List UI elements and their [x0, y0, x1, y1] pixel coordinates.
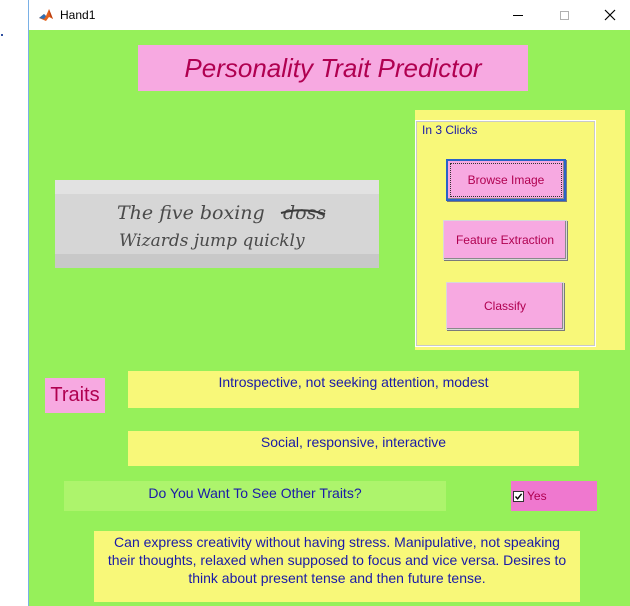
yes-checkbox-control[interactable]: Yes [511, 481, 597, 511]
trait-1-text: Introspective, not seeking attention, mo… [128, 371, 579, 408]
browse-image-button[interactable]: Browse Image [446, 159, 566, 201]
classify-label: Classify [483, 299, 526, 313]
browse-image-label: Browse Image [467, 173, 545, 187]
background-window-edge [0, 0, 28, 606]
matlab-icon [38, 7, 54, 23]
trait-2-text: Social, responsive, interactive [128, 431, 579, 466]
close-button[interactable] [587, 0, 630, 30]
maximize-button[interactable] [541, 0, 587, 30]
handwriting-sample: The five boxing doss Wizards jump quickl… [55, 180, 379, 268]
screen: Hand1 Personality Trait Predictor The fi… [0, 0, 630, 606]
handwriting-sample-image: The five boxing doss Wizards jump quickl… [55, 180, 379, 268]
yes-checkbox[interactable] [513, 490, 524, 502]
maximize-icon [559, 10, 569, 20]
close-icon [604, 9, 616, 21]
minimize-button[interactable] [495, 0, 541, 30]
trait-3-text: Can express creativity without having st… [94, 531, 580, 602]
title-bar[interactable]: Hand1 [29, 0, 630, 30]
minimize-icon [513, 14, 523, 16]
other-traits-question: Do You Want To See Other Traits? [64, 481, 446, 511]
figure-window: Hand1 Personality Trait Predictor The fi… [28, 0, 630, 606]
yes-checkbox-label: Yes [527, 489, 547, 503]
checkmark-icon [514, 492, 523, 500]
handwriting-line-2: Wizards jump quickly [119, 231, 305, 251]
window-title: Hand1 [60, 8, 96, 22]
feature-extraction-button[interactable]: Feature Extraction [443, 220, 567, 260]
app-title: Personality Trait Predictor [138, 45, 528, 91]
clicks-legend: In 3 Clicks [420, 123, 480, 137]
clicks-group-frame: In 3 Clicks Browse Image Feature Extract… [415, 120, 596, 347]
traits-label: Traits [45, 378, 105, 413]
feature-extraction-label: Feature Extraction [455, 233, 555, 247]
clicks-panel: In 3 Clicks Browse Image Feature Extract… [415, 110, 625, 350]
background-dot [1, 34, 3, 36]
handwriting-line-1: The five boxing [117, 202, 265, 224]
classify-button[interactable]: Classify [446, 282, 564, 330]
